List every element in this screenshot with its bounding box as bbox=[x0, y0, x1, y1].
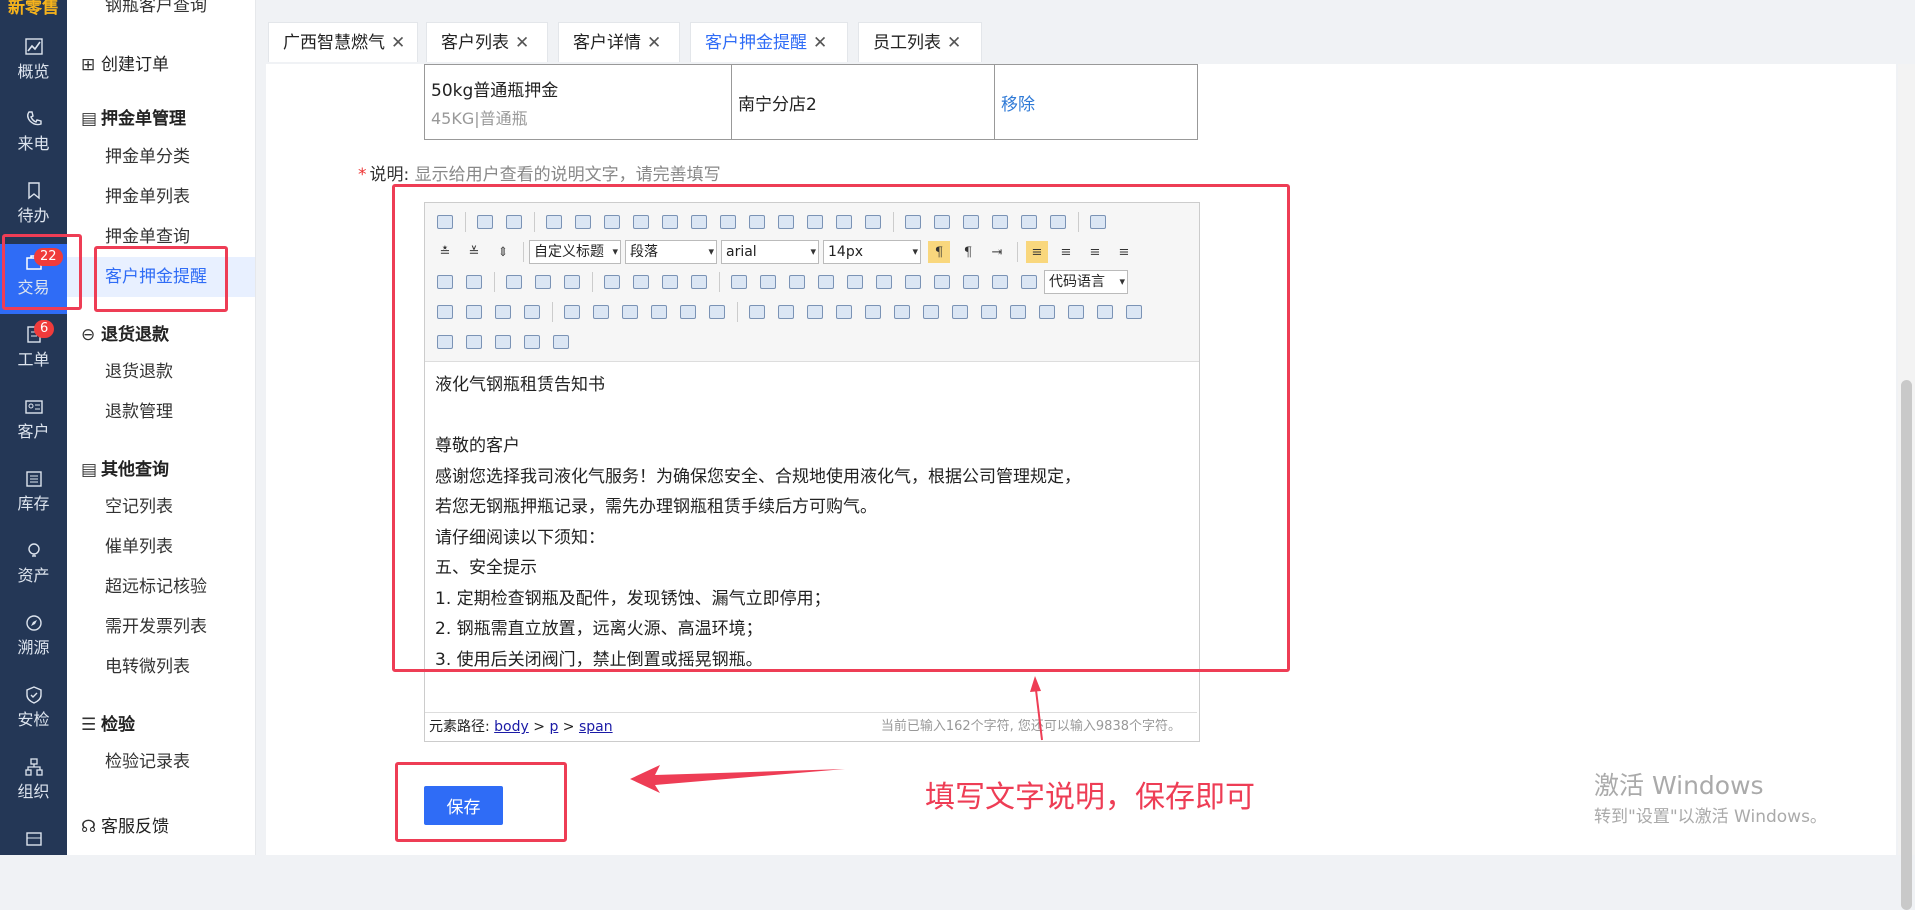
arrow-to-save-icon bbox=[630, 765, 845, 793]
arrow-to-editor-icon bbox=[1030, 676, 1041, 692]
watermark-line1: 激活 Windows bbox=[1594, 771, 1764, 800]
annotation-callout: 填写文字说明，保存即可 bbox=[925, 780, 1255, 815]
arrow-to-editor-line bbox=[1035, 689, 1043, 741]
windows-watermark: 激活 Windows 转到"设置"以激活 Windows。 bbox=[1594, 766, 1827, 827]
annotation-arrows bbox=[630, 676, 1043, 793]
watermark-line2: 转到"设置"以激活 Windows。 bbox=[1594, 807, 1827, 827]
